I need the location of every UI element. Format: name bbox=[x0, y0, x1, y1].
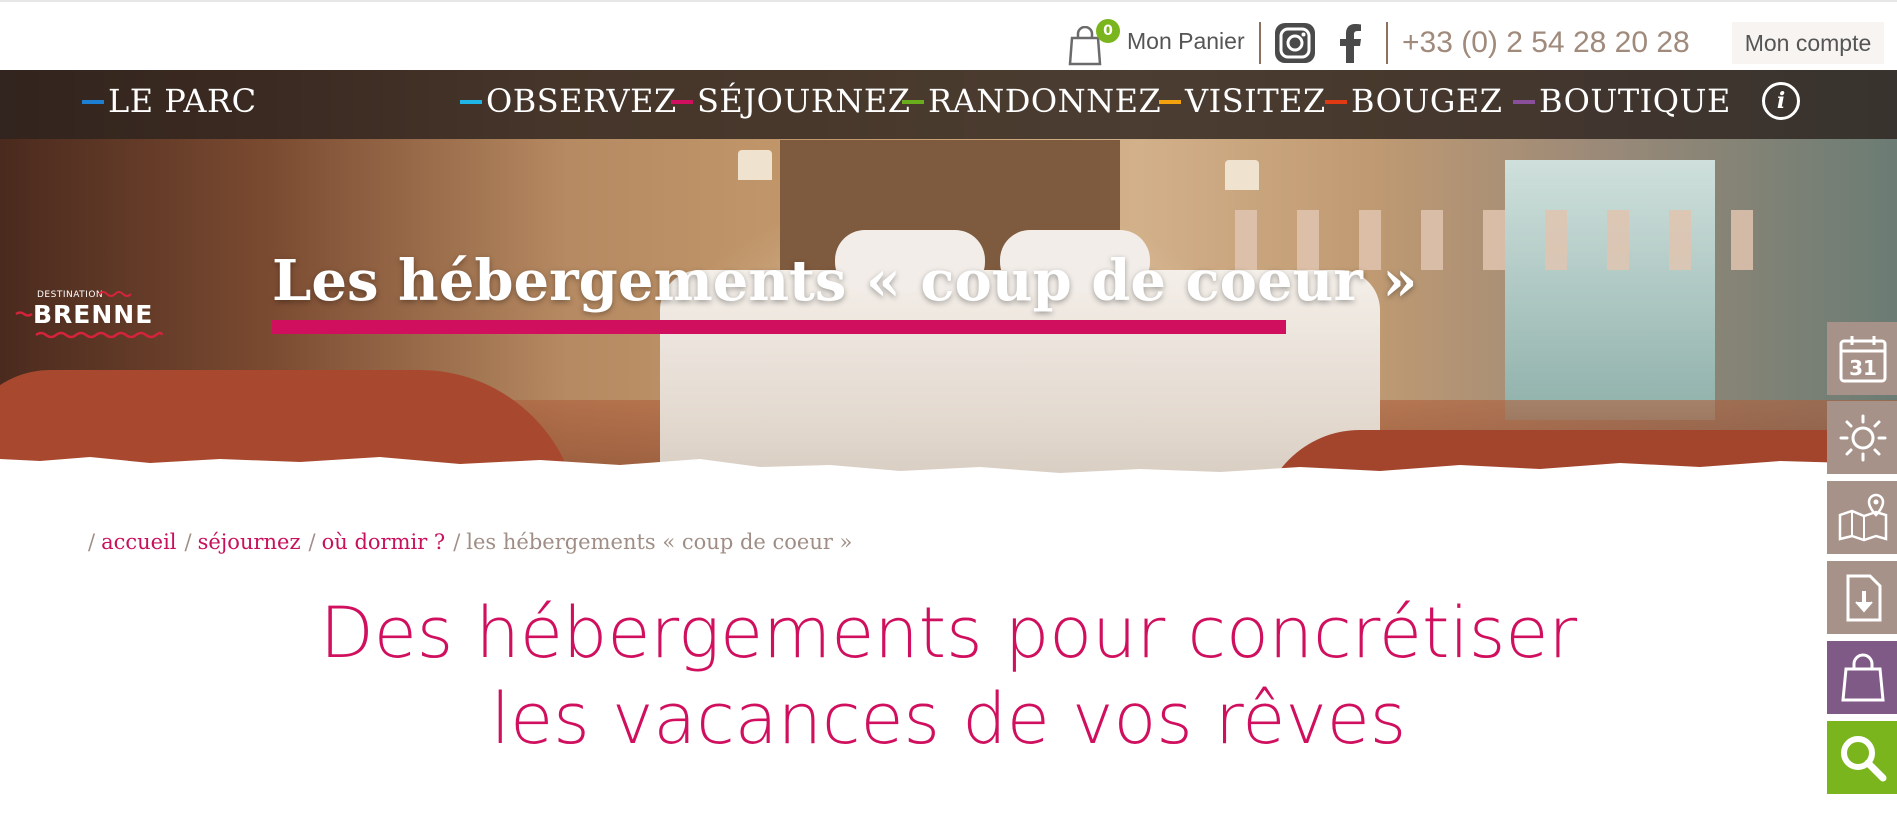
nav-label: SÉJOURNEZ bbox=[697, 82, 911, 120]
breadcrumb-ou-dormir[interactable]: où dormir ? bbox=[322, 530, 446, 554]
sun-icon bbox=[1839, 414, 1887, 462]
nav-item-boutique[interactable]: BOUTIQUE bbox=[1513, 82, 1731, 120]
nav-label: OBSERVEZ bbox=[486, 82, 677, 120]
account-button[interactable]: Mon compte bbox=[1732, 22, 1884, 64]
nav-color-bar bbox=[671, 100, 693, 104]
logo-wave-icon bbox=[35, 331, 163, 339]
nav-item-randonnez[interactable]: RANDONNEZ bbox=[902, 82, 1161, 120]
breadcrumb-separator: / bbox=[453, 530, 461, 554]
hero-window bbox=[1505, 160, 1715, 420]
nav-color-bar bbox=[1325, 100, 1347, 104]
nav-color-bar bbox=[1513, 100, 1535, 104]
torn-paper-edge bbox=[0, 457, 1897, 505]
cart-count-badge: 0 bbox=[1096, 19, 1120, 43]
breadcrumb-separator: / bbox=[184, 530, 192, 554]
facebook-icon[interactable] bbox=[1330, 22, 1372, 64]
breadcrumb-separator: / bbox=[308, 530, 316, 554]
nav-item-sejournez[interactable]: SÉJOURNEZ bbox=[671, 82, 911, 120]
nav-color-bar bbox=[902, 100, 924, 104]
breadcrumb-current: les hébergements « coup de coeur » bbox=[466, 530, 853, 554]
breadcrumb-accueil[interactable]: accueil bbox=[101, 530, 176, 554]
map-icon bbox=[1838, 493, 1888, 542]
hero-lamp bbox=[1225, 160, 1259, 190]
nav-label: VISITEZ bbox=[1185, 82, 1326, 120]
logo-small-text: DESTINATION bbox=[37, 290, 104, 300]
logo-dash-icon bbox=[15, 311, 33, 317]
calendar-day: 31 bbox=[1849, 356, 1877, 380]
page-heading: Des hébergements pour concrétiser les va… bbox=[0, 590, 1897, 762]
nav-label: BOUGEZ bbox=[1351, 82, 1503, 120]
map-button[interactable] bbox=[1827, 481, 1897, 554]
nav-label: RANDONNEZ bbox=[928, 82, 1162, 120]
nav-color-bar bbox=[460, 100, 482, 104]
breadcrumb-separator: / bbox=[88, 530, 96, 554]
top-bar: 0 Mon Panier +33 (0) 2 54 28 20 28 Mon c… bbox=[0, 0, 1897, 70]
nav-item-bougez[interactable]: BOUGEZ bbox=[1325, 82, 1502, 120]
hero-title-underline bbox=[272, 320, 1286, 334]
info-icon[interactable]: i bbox=[1762, 82, 1800, 120]
hero-lamp bbox=[738, 150, 772, 180]
logo-wave-icon bbox=[98, 291, 132, 297]
cart-button[interactable]: 0 bbox=[1062, 16, 1120, 68]
nav-color-bar bbox=[1159, 100, 1181, 104]
breadcrumb: / accueil / séjournez / où dormir ? / les héber… bbox=[88, 530, 852, 554]
nav-item-observez[interactable]: OBSERVEZ bbox=[460, 82, 677, 120]
phone-number[interactable]: +33 (0) 2 54 28 20 28 bbox=[1402, 26, 1690, 60]
nav-item-visitez[interactable]: VISITEZ bbox=[1159, 82, 1326, 120]
nav-label: LE PARC bbox=[108, 82, 257, 120]
divider bbox=[1259, 22, 1261, 64]
brenne-logo[interactable]: DESTINATION BRENNE bbox=[15, 288, 165, 344]
nav-item-le-parc[interactable]: LE PARC bbox=[82, 82, 257, 120]
breadcrumb-sejournez[interactable]: séjournez bbox=[198, 530, 301, 554]
logo-big-text: BRENNE bbox=[33, 300, 154, 329]
hero-title: Les hébergements « coup de coeur » bbox=[272, 248, 1418, 314]
instagram-icon[interactable] bbox=[1274, 22, 1316, 64]
calendar-icon: 31 bbox=[1839, 336, 1887, 383]
nav-label: BOUTIQUE bbox=[1539, 82, 1731, 120]
cart-label[interactable]: Mon Panier bbox=[1127, 28, 1245, 55]
calendar-button[interactable]: 31 bbox=[1827, 322, 1897, 395]
page-heading-line2: les vacances de vos rêves bbox=[490, 678, 1407, 760]
page-heading-line1: Des hébergements pour concrétiser bbox=[319, 592, 1578, 674]
nav-color-bar bbox=[82, 100, 104, 104]
weather-button[interactable] bbox=[1827, 401, 1897, 474]
divider bbox=[1386, 22, 1388, 64]
